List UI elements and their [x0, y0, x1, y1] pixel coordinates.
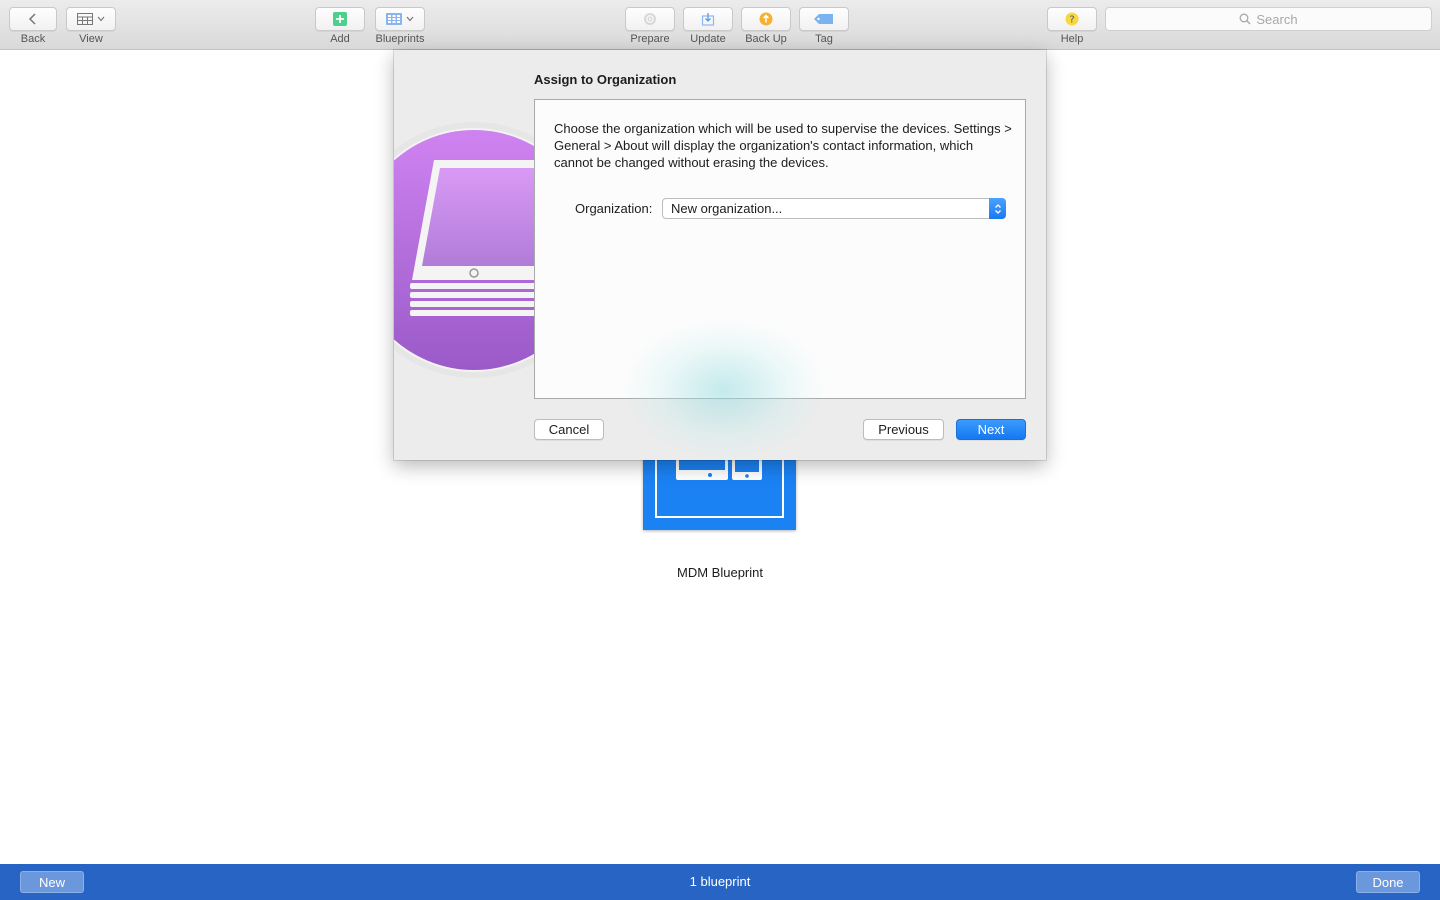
view-item[interactable]: View: [66, 7, 116, 45]
update-icon: [701, 13, 715, 26]
add-button[interactable]: [315, 7, 365, 31]
organization-label: Organization:: [575, 201, 653, 216]
gear-icon: [644, 13, 656, 25]
prepare-label: Prepare: [630, 33, 670, 45]
add-label: Add: [330, 33, 350, 45]
grid-view-icon: [77, 13, 93, 25]
search-placeholder: Search: [1256, 11, 1298, 27]
backup-item[interactable]: Back Up: [741, 7, 791, 45]
blueprints-label: Blueprints: [375, 33, 425, 45]
next-button[interactable]: Next: [956, 419, 1026, 440]
help-label: Help: [1060, 33, 1084, 45]
update-button[interactable]: [683, 7, 733, 31]
toolbar: Back View Add Blueprints Prepare Update: [0, 0, 1440, 50]
dialog-title: Assign to Organization: [534, 72, 677, 87]
update-item[interactable]: Update: [683, 7, 733, 45]
blueprints-icon: [386, 13, 402, 25]
back-label: Back: [20, 33, 46, 45]
chevron-down-icon: [406, 16, 414, 22]
tag-label: Tag: [815, 33, 833, 45]
search-input[interactable]: Search: [1105, 7, 1432, 31]
help-item[interactable]: ? Help: [1047, 7, 1097, 45]
new-button[interactable]: New: [20, 871, 84, 893]
select-stepper[interactable]: [989, 198, 1006, 219]
tag-item[interactable]: Tag: [799, 7, 849, 45]
organization-select[interactable]: New organization...: [662, 198, 1006, 219]
help-button[interactable]: ?: [1047, 7, 1097, 31]
back-item[interactable]: Back: [9, 7, 57, 45]
backup-button[interactable]: [741, 7, 791, 31]
blueprint-count: 1 blueprint: [689, 874, 751, 889]
search-icon: [1239, 13, 1251, 25]
add-item[interactable]: Add: [315, 7, 365, 45]
back-button[interactable]: [9, 7, 57, 31]
view-button[interactable]: [66, 7, 116, 31]
assign-organization-sheet: Assign to Organization Choose the organi…: [394, 50, 1046, 460]
svg-text:?: ?: [1069, 15, 1074, 26]
chevron-down-icon: [97, 16, 105, 22]
blueprints-button[interactable]: [375, 7, 425, 31]
blueprints-item[interactable]: Blueprints: [375, 7, 425, 45]
prepare-button[interactable]: [625, 7, 675, 31]
chevron-up-down-icon: [994, 203, 1001, 214]
dialog-description: Choose the organization which will be us…: [554, 121, 1012, 170]
previous-button[interactable]: Previous: [863, 419, 944, 440]
add-icon: [333, 12, 347, 26]
tag-button[interactable]: [799, 7, 849, 31]
view-label: View: [79, 33, 103, 45]
prepare-item[interactable]: Prepare: [625, 7, 675, 45]
backup-label: Back Up: [745, 33, 787, 45]
bottom-bar: New 1 blueprint Done: [0, 864, 1440, 900]
update-label: Update: [690, 33, 726, 45]
organization-select-value: New organization...: [671, 201, 783, 216]
help-icon: ?: [1065, 12, 1079, 26]
cancel-button[interactable]: Cancel: [534, 419, 604, 440]
chevron-left-icon: [28, 13, 36, 25]
tag-icon: [814, 14, 833, 24]
done-button[interactable]: Done: [1356, 871, 1420, 893]
dialog-content-panel: Choose the organization which will be us…: [534, 99, 1026, 399]
backup-icon: [759, 12, 773, 26]
blueprint-name: MDM Blueprint: [677, 565, 763, 580]
